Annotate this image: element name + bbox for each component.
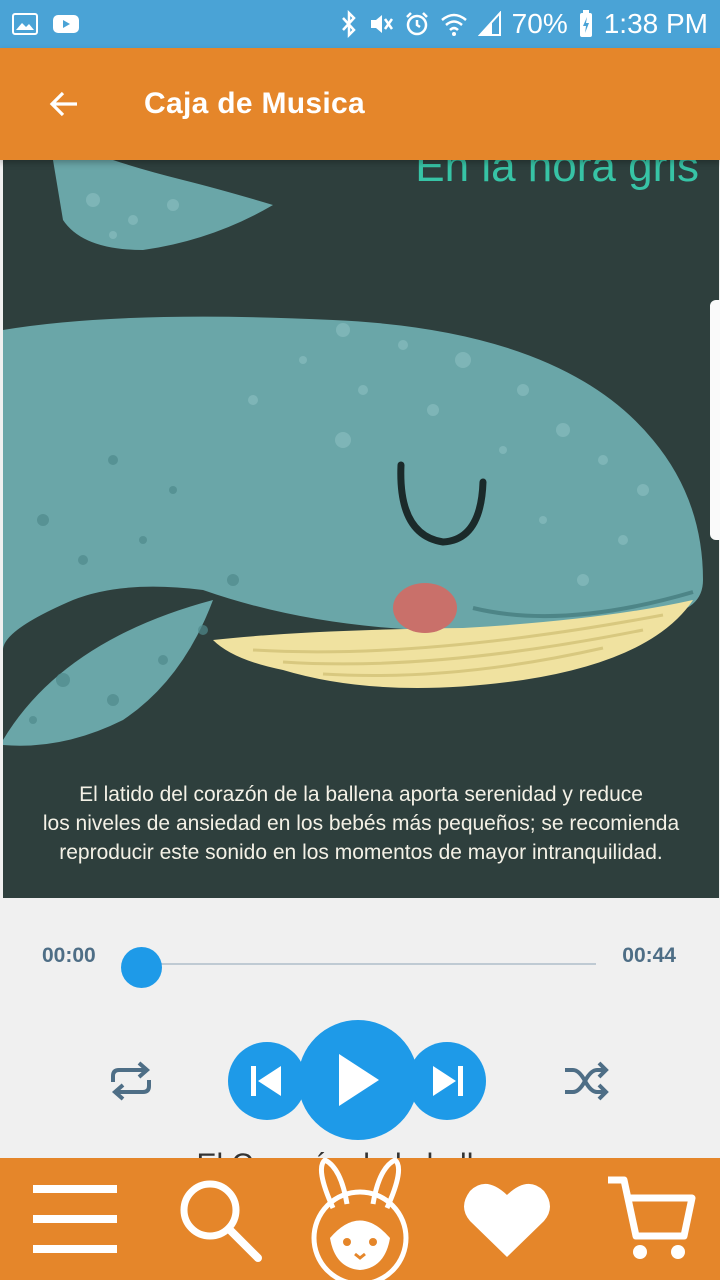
nav-cart[interactable] xyxy=(596,1158,706,1280)
battery-percent: 70% xyxy=(511,8,568,39)
previous-button[interactable] xyxy=(228,1042,306,1120)
bluetooth-icon xyxy=(341,10,356,38)
seek-thumb[interactable] xyxy=(121,947,162,988)
play-button[interactable] xyxy=(298,1020,418,1140)
drawer-handle[interactable] xyxy=(710,300,720,540)
caption-line: El latido del corazón de la ballena apor… xyxy=(79,783,643,806)
previous-icon xyxy=(251,1066,281,1096)
play-icon xyxy=(339,1054,379,1106)
image-icon xyxy=(12,13,38,35)
mute-icon xyxy=(370,15,393,33)
total-time: 00:44 xyxy=(622,944,676,967)
caption-line: los niveles de ansiedad en los bebés más… xyxy=(42,812,680,835)
status-bar: 70% 1:38 PM xyxy=(0,0,720,48)
current-time: 00:00 xyxy=(42,944,96,967)
signal-icon xyxy=(477,11,501,36)
artwork-caption: El latido del corazón de la ballena apor… xyxy=(3,780,719,867)
nav-search[interactable] xyxy=(164,1158,274,1280)
bunny-logo-icon xyxy=(311,1158,409,1280)
next-icon xyxy=(433,1066,463,1096)
repeat-button[interactable] xyxy=(100,1056,162,1106)
repeat-icon xyxy=(111,1061,151,1101)
heart-icon xyxy=(464,1183,550,1257)
battery-icon xyxy=(579,10,592,37)
nav-home[interactable] xyxy=(300,1158,420,1280)
bottom-nav xyxy=(0,1158,720,1280)
clock: 1:38 PM xyxy=(603,8,708,39)
alarm-icon xyxy=(405,12,428,36)
seek-bar[interactable] xyxy=(142,963,596,965)
shuffle-button[interactable] xyxy=(556,1056,616,1106)
album-artwork: En la hora gris El latido del corazón de… xyxy=(3,160,719,898)
wifi-icon xyxy=(440,13,467,36)
whale-illustration xyxy=(3,160,703,746)
caption-line: reproducir este sonido en los momentos d… xyxy=(59,841,663,864)
player-panel: 00:00 00:44 El Corazón de la ballena xyxy=(0,898,720,1181)
back-button[interactable] xyxy=(34,74,94,134)
cart-icon xyxy=(608,1176,696,1259)
artwork-heading: En la hora gris xyxy=(415,160,699,191)
app-bar: Caja de Musica xyxy=(0,48,720,160)
nav-favorites[interactable] xyxy=(452,1158,562,1280)
search-icon xyxy=(180,1180,262,1262)
next-button[interactable] xyxy=(408,1042,486,1120)
youtube-icon xyxy=(53,15,79,33)
shuffle-icon xyxy=(565,1061,609,1101)
nav-menu[interactable] xyxy=(20,1158,130,1280)
page-title: Caja de Musica xyxy=(144,87,365,120)
menu-icon xyxy=(33,1185,117,1253)
arrow-left-icon xyxy=(49,91,77,117)
